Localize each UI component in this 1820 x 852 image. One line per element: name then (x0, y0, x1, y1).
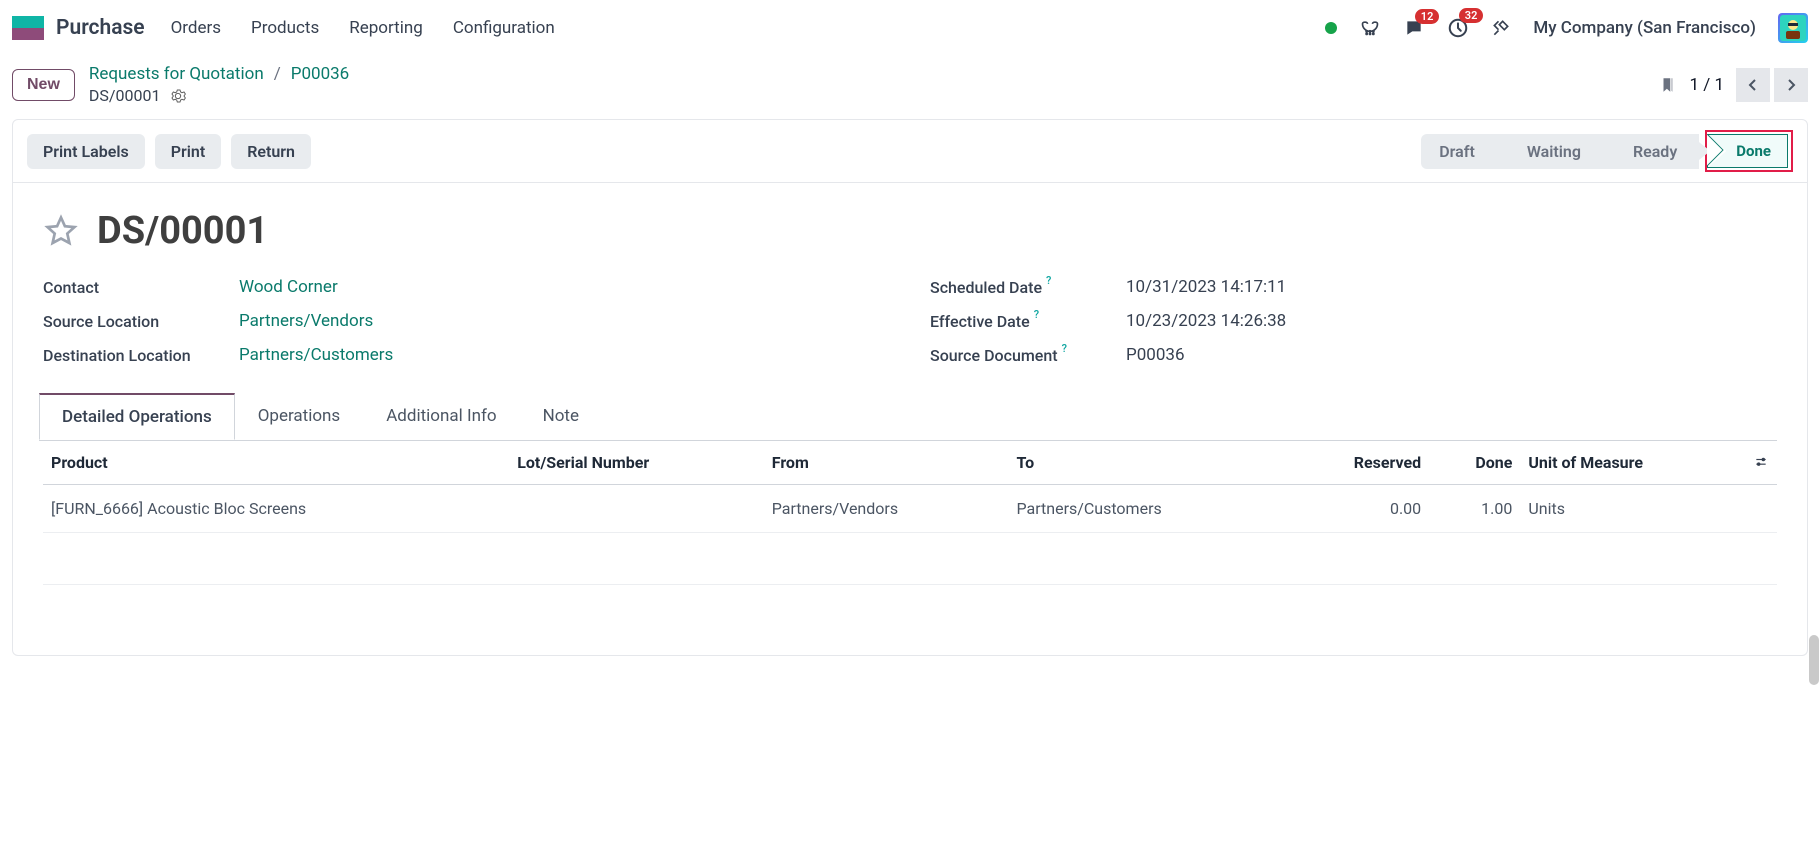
contact-value[interactable]: Wood Corner (239, 277, 890, 297)
status-ready[interactable]: Ready (1603, 134, 1699, 169)
help-icon[interactable]: ? (1062, 342, 1067, 355)
scheduled-date-label: Scheduled Date? (930, 278, 1126, 297)
help-icon[interactable]: ? (1046, 274, 1051, 287)
breadcrumb-current: DS/00001 (89, 86, 161, 105)
nav-configuration[interactable]: Configuration (453, 18, 555, 38)
col-done[interactable]: Done (1429, 441, 1520, 485)
action-bar: Print Labels Print Return Draft Waiting … (12, 119, 1808, 183)
cell-to: Partners/Customers (1009, 485, 1286, 533)
pager: 1 / 1 (1659, 68, 1808, 102)
connection-status-icon (1325, 22, 1337, 34)
table-row[interactable]: [FURN_6666] Acoustic Bloc Screens Partne… (43, 485, 1777, 533)
form-body: DS/00001 Contact Wood Corner Scheduled D… (12, 183, 1808, 656)
app-title[interactable]: Purchase (56, 16, 145, 40)
effective-date-label: Effective Date? (930, 312, 1126, 331)
topnav-right: 12 32 My Company (San Francisco) (1325, 13, 1808, 43)
col-lot[interactable]: Lot/Serial Number (509, 441, 764, 485)
field-scheduled-date: Scheduled Date? 10/31/2023 14:17:11 (930, 277, 1777, 297)
company-selector[interactable]: My Company (San Francisco) (1533, 18, 1756, 38)
status-done-highlight: Done (1705, 130, 1793, 172)
operations-table: Product Lot/Serial Number From To Reserv… (43, 441, 1777, 655)
nav-orders[interactable]: Orders (171, 18, 221, 38)
app-logo-icon (12, 16, 44, 40)
scheduled-date-value: 10/31/2023 14:17:11 (1126, 277, 1777, 297)
nav-reporting[interactable]: Reporting (349, 18, 423, 38)
operations-table-container: Product Lot/Serial Number From To Reserv… (43, 441, 1777, 655)
pager-prev[interactable] (1736, 68, 1770, 102)
table-settings-icon[interactable] (1753, 456, 1769, 470)
col-to[interactable]: To (1009, 441, 1286, 485)
favorite-star-icon[interactable] (43, 213, 79, 249)
field-source-location: Source Location Partners/Vendors (43, 311, 890, 331)
tab-note[interactable]: Note (520, 393, 602, 440)
cell-done: 1.00 (1429, 485, 1520, 533)
record-title: DS/00001 (97, 209, 268, 253)
help-icon[interactable]: ? (1034, 308, 1039, 321)
activities-icon[interactable]: 32 (1447, 17, 1469, 39)
top-nav: Purchase Orders Products Reporting Confi… (0, 0, 1820, 56)
cell-reserved: 0.00 (1286, 485, 1429, 533)
col-uom[interactable]: Unit of Measure (1520, 441, 1745, 485)
print-button[interactable]: Print (155, 134, 222, 169)
print-labels-button[interactable]: Print Labels (27, 134, 145, 169)
table-row-empty (43, 585, 1777, 655)
tabs: Detailed Operations Operations Additiona… (39, 393, 1777, 441)
breadcrumbs: Requests for Quotation / P00036 DS/00001 (89, 64, 349, 105)
cell-from: Partners/Vendors (764, 485, 1009, 533)
breadcrumb-rfq[interactable]: Requests for Quotation (89, 64, 264, 84)
field-source-document: Source Document? P00036 (930, 345, 1777, 365)
tab-detailed-operations[interactable]: Detailed Operations (39, 393, 235, 440)
col-product[interactable]: Product (43, 441, 509, 485)
tab-additional-info[interactable]: Additional Info (363, 393, 519, 440)
source-document-value: P00036 (1126, 345, 1777, 365)
pager-next[interactable] (1774, 68, 1808, 102)
field-contact: Contact Wood Corner (43, 277, 890, 297)
source-document-label: Source Document? (930, 346, 1126, 365)
pager-count: 1 / 1 (1689, 75, 1724, 95)
status-done-label: Done (1736, 142, 1771, 160)
new-button[interactable]: New (12, 69, 75, 101)
source-location-label: Source Location (43, 312, 239, 331)
breadcrumb-bar: New Requests for Quotation / P00036 DS/0… (0, 56, 1820, 119)
col-from[interactable]: From (764, 441, 1009, 485)
source-location-value[interactable]: Partners/Vendors (239, 311, 890, 331)
cell-lot (509, 485, 764, 533)
gear-icon[interactable] (170, 88, 186, 104)
status-steps: Draft Waiting Ready Done (1421, 130, 1793, 172)
destination-location-value[interactable]: Partners/Customers (239, 345, 890, 365)
table-row-empty (43, 533, 1777, 585)
breadcrumb-po[interactable]: P00036 (291, 64, 350, 84)
user-avatar[interactable] (1778, 13, 1808, 43)
nav-products[interactable]: Products (251, 18, 319, 38)
cell-product: [FURN_6666] Acoustic Bloc Screens (43, 485, 509, 533)
status-draft[interactable]: Draft (1421, 134, 1497, 169)
destination-location-label: Destination Location (43, 346, 239, 365)
contact-label: Contact (43, 278, 239, 297)
breadcrumb-sep: / (274, 64, 281, 84)
return-button[interactable]: Return (231, 134, 311, 169)
messages-icon[interactable]: 12 (1403, 18, 1425, 38)
tab-operations[interactable]: Operations (235, 393, 364, 440)
phone-icon[interactable] (1359, 18, 1381, 38)
status-waiting[interactable]: Waiting (1497, 134, 1603, 169)
activities-badge: 32 (1459, 8, 1484, 23)
status-done[interactable]: Done (1707, 134, 1788, 168)
tools-icon[interactable] (1491, 18, 1511, 38)
bookmark-icon[interactable] (1659, 75, 1677, 95)
field-destination-location: Destination Location Partners/Customers (43, 345, 890, 365)
col-reserved[interactable]: Reserved (1286, 441, 1429, 485)
messages-badge: 12 (1415, 9, 1440, 24)
scrollbar-thumb[interactable] (1809, 635, 1819, 685)
field-effective-date: Effective Date? 10/23/2023 14:26:38 (930, 311, 1777, 331)
nav-links: Orders Products Reporting Configuration (171, 18, 555, 38)
effective-date-value: 10/23/2023 14:26:38 (1126, 311, 1777, 331)
cell-uom: Units (1520, 485, 1745, 533)
